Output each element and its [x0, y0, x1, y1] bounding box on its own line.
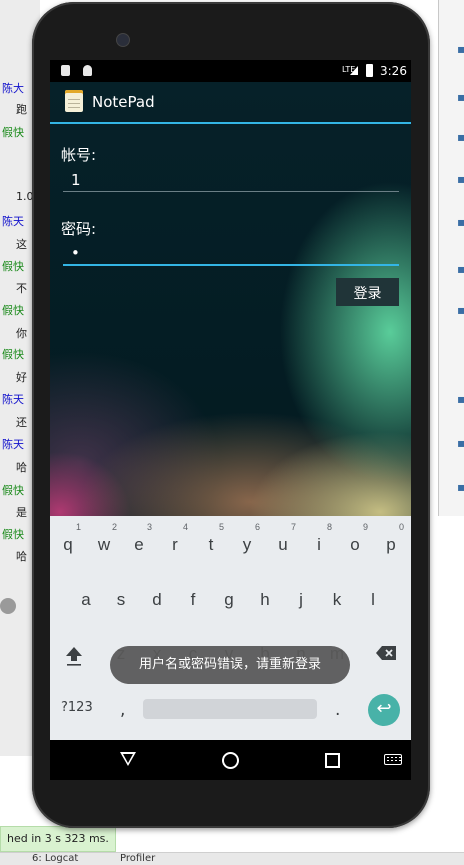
key-q[interactable]: q: [51, 535, 85, 555]
clock: 3:26: [380, 64, 407, 78]
ide-tab-bar: 6: Logcat Profiler: [0, 852, 464, 865]
key-p[interactable]: p: [374, 535, 408, 555]
symbols-key[interactable]: ?123: [61, 700, 93, 715]
chat-sender: 假快: [2, 126, 24, 139]
action-bar: NotePad: [50, 82, 411, 124]
toolbar-icon[interactable]: ▪: [457, 392, 464, 406]
chat-sender: 陈天: [2, 215, 24, 228]
chat-sender: 假快: [2, 304, 24, 317]
chat-sender: 陈天: [2, 438, 24, 451]
account-input[interactable]: [63, 168, 399, 192]
key-e[interactable]: e: [122, 535, 156, 555]
ide-toolbar: ▪ ▪ ▪ ▪ ▪ ▪ ▪ ▪ ▪ ▪: [438, 0, 464, 516]
key-d[interactable]: d: [140, 590, 174, 610]
key-t[interactable]: t: [194, 535, 228, 555]
login-activity: NotePad 帐号: 密码: 登录: [50, 82, 411, 516]
key-f[interactable]: f: [176, 590, 210, 610]
key-w[interactable]: w: [87, 535, 121, 555]
sd-card-icon: [61, 65, 70, 76]
chat-sender: 假快: [2, 484, 24, 497]
toolbar-icon[interactable]: ▪: [457, 436, 464, 450]
toolbar-icon[interactable]: ▪: [457, 262, 464, 276]
chat-message: 跑: [16, 103, 27, 116]
password-label: 密码:: [61, 220, 97, 238]
toolbar-icon[interactable]: ▪: [457, 480, 464, 494]
phone-screen: LTE 3:26 NotePad 帐号: 密码: 登录 1 q 2 w 3 e 4 r 5 t 6 y…: [50, 60, 411, 780]
key-g[interactable]: g: [212, 590, 246, 610]
tab-logcat[interactable]: 6: Logcat: [32, 853, 78, 864]
key-hint: 5: [219, 522, 225, 532]
key-k[interactable]: k: [320, 590, 354, 610]
android-icon: [83, 65, 92, 76]
key-hint: 4: [183, 522, 189, 532]
back-icon[interactable]: [120, 752, 136, 766]
toolbar-icon[interactable]: ▪: [457, 90, 464, 104]
key-u[interactable]: u: [266, 535, 300, 555]
account-label: 帐号:: [61, 146, 97, 164]
key-hint: 6: [255, 522, 261, 532]
status-bar: LTE 3:26: [50, 60, 411, 82]
enter-icon: ↩: [376, 698, 392, 719]
key-hint: 3: [147, 522, 153, 532]
key-r[interactable]: r: [158, 535, 192, 555]
chat-sender: 假快: [2, 260, 24, 273]
chat-message: 好: [16, 371, 27, 384]
chat-message: 哈: [16, 550, 27, 563]
chat-sender: 假快: [2, 528, 24, 541]
recents-icon[interactable]: [325, 753, 340, 768]
period-key[interactable]: .: [335, 700, 340, 720]
chat-sender: 陈天: [2, 393, 24, 406]
key-i[interactable]: i: [302, 535, 336, 555]
key-hint: 0: [399, 522, 405, 532]
toolbar-icon[interactable]: ▪: [457, 130, 464, 144]
login-button[interactable]: 登录: [336, 278, 399, 306]
spacebar[interactable]: [143, 699, 317, 719]
home-icon[interactable]: [222, 752, 239, 769]
error-toast: 用户名或密码错误，请重新登录: [110, 646, 350, 684]
comma-key[interactable]: ,: [120, 700, 125, 720]
emoji-icon[interactable]: [0, 598, 16, 614]
toolbar-icon[interactable]: ▪: [457, 42, 464, 56]
backspace-icon[interactable]: [376, 646, 396, 660]
shift-icon[interactable]: [65, 646, 83, 666]
soft-keyboard: 1q2w3e4r5t6y7u8i9o0p asdfghjkl zxcvbnm ?…: [50, 516, 411, 740]
key-y[interactable]: y: [230, 535, 264, 555]
chat-message: 不: [16, 282, 27, 295]
key-a[interactable]: a: [69, 590, 103, 610]
chat-message: 这: [16, 238, 27, 251]
camera-icon: [116, 33, 130, 47]
key-hint: 7: [291, 522, 297, 532]
chat-message: 1.0: [16, 190, 34, 203]
key-hint: 2: [112, 522, 118, 532]
key-hint: 9: [363, 522, 369, 532]
chat-sender: 假快: [2, 348, 24, 361]
toolbar-icon[interactable]: ▪: [457, 172, 464, 186]
password-input[interactable]: [63, 242, 399, 266]
key-h[interactable]: h: [248, 590, 282, 610]
key-j[interactable]: j: [284, 590, 318, 610]
app-title: NotePad: [92, 93, 155, 111]
chat-message: 哈: [16, 461, 27, 474]
key-l[interactable]: l: [356, 590, 390, 610]
key-s[interactable]: s: [104, 590, 138, 610]
chat-sender: 陈大: [2, 82, 24, 95]
chat-message: 是: [16, 506, 27, 519]
battery-icon: [366, 64, 373, 77]
enter-key[interactable]: ↩: [368, 694, 400, 726]
build-status: hed in 3 s 323 ms.: [0, 826, 116, 852]
notepad-icon: [65, 90, 83, 112]
signal-icon: [350, 66, 358, 75]
tab-profiler[interactable]: Profiler: [120, 853, 155, 864]
keyboard-icon[interactable]: [384, 754, 402, 765]
key-o[interactable]: o: [338, 535, 372, 555]
chat-message: 你: [16, 327, 27, 340]
toolbar-icon[interactable]: ▪: [457, 215, 464, 229]
toolbar-icon[interactable]: ▪: [457, 303, 464, 317]
key-hint: 1: [76, 522, 82, 532]
chat-message: 还: [16, 416, 27, 429]
key-hint: 8: [327, 522, 333, 532]
navigation-bar: [50, 740, 411, 780]
